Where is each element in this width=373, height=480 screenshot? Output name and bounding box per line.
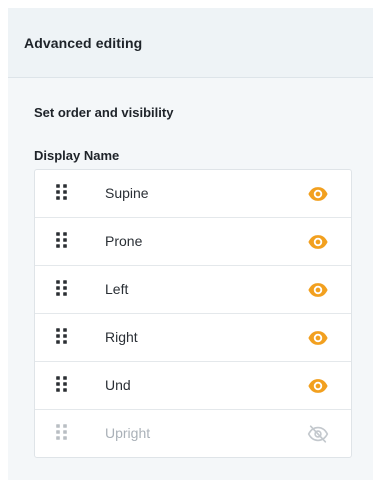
column-header-display-name: Display Name (34, 148, 120, 163)
item-label: Left (105, 281, 129, 297)
list-item[interactable]: Prone (35, 217, 351, 265)
panel-header: Advanced editing (8, 8, 373, 78)
item-label: Supine (105, 185, 149, 201)
eye-icon[interactable] (307, 327, 329, 349)
eye-icon[interactable] (307, 279, 329, 301)
drag-handle-icon[interactable] (56, 376, 68, 394)
panel-title: Advanced editing (24, 35, 143, 51)
list-item[interactable]: Und (35, 361, 351, 409)
drag-handle-icon[interactable] (56, 280, 68, 298)
item-label: Upright (105, 425, 151, 441)
item-label: Right (105, 329, 138, 345)
eye-icon[interactable] (307, 183, 329, 205)
list-item[interactable]: Supine (35, 170, 351, 217)
item-label: Prone (105, 233, 143, 249)
list-item[interactable]: Left (35, 265, 351, 313)
eye-off-icon[interactable] (307, 423, 329, 445)
section-title: Set order and visibility (34, 105, 174, 120)
eye-icon[interactable] (307, 375, 329, 397)
list-item[interactable]: Upright (35, 409, 351, 457)
eye-icon[interactable] (307, 231, 329, 253)
drag-handle-icon[interactable] (56, 184, 68, 202)
drag-handle-icon[interactable] (56, 424, 68, 442)
display-name-list: Supine Prone Left Right Und Upright (34, 169, 352, 458)
drag-handle-icon[interactable] (56, 232, 68, 250)
order-visibility-section: Set order and visibility Display Name Su… (8, 78, 373, 480)
advanced-editing-panel: Advanced editing Set order and visibilit… (8, 8, 373, 480)
item-label: Und (105, 377, 131, 393)
list-item[interactable]: Right (35, 313, 351, 361)
drag-handle-icon[interactable] (56, 328, 68, 346)
